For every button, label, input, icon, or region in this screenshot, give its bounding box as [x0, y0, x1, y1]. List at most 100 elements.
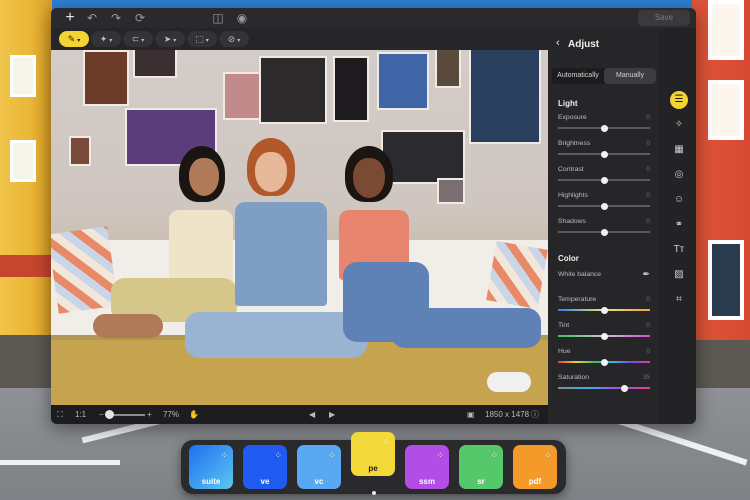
slider-label-hue: Hue: [558, 348, 571, 355]
slider-value-shadows: 0: [646, 218, 650, 225]
link-tool[interactable]: ⊘ ▾: [219, 31, 249, 47]
app-logo-icon: ⁘: [328, 450, 336, 460]
magic-wand-icon[interactable]: ✧: [670, 116, 688, 134]
crop-grid-icon[interactable]: ▦: [670, 141, 688, 159]
slider-knob-tint[interactable]: [601, 332, 608, 340]
slider-label-exposure: Exposure: [558, 114, 587, 121]
slider-track-saturation[interactable]: [558, 387, 650, 389]
adjust-icon[interactable]: ☰: [670, 91, 688, 109]
save-button[interactable]: Save: [638, 10, 690, 26]
dock-app-sr[interactable]: ⁘ sr: [459, 445, 503, 489]
zoom-slider-knob[interactable]: [105, 410, 114, 419]
wall-poster: [381, 130, 465, 184]
section-light: Light: [558, 99, 578, 108]
slider-knob-hue[interactable]: [601, 358, 608, 366]
app-logo-icon: ⁘: [274, 450, 282, 460]
dock-app-label: pdf: [528, 477, 542, 486]
tool-rail: ☰ ✧ ▦ ◎ ☺ ⚭ Tт ▨ ⌗: [658, 28, 696, 424]
wall-poster: [469, 50, 541, 144]
slider-knob-exposure[interactable]: [601, 124, 608, 132]
slider-label-highlights: Highlights: [558, 192, 588, 199]
wall-poster: [83, 50, 129, 106]
building-window: [708, 0, 744, 60]
actual-size-button[interactable]: 1:1: [75, 408, 86, 421]
dock-app-label: vc: [314, 477, 324, 486]
selection-tool[interactable]: ➤ ▾: [155, 31, 185, 47]
retouch-tool[interactable]: ✦ ▾: [91, 31, 121, 47]
building-window: [10, 140, 36, 182]
app-logo-icon: ⁘: [220, 450, 228, 460]
lasso-tool[interactable]: ⊂ ▾: [123, 31, 153, 47]
image-dimensions: 1850 x 1478: [485, 410, 530, 419]
fit-screen-icon[interactable]: ⛶: [57, 408, 63, 421]
new-icon[interactable]: +: [63, 10, 77, 26]
undo-icon[interactable]: ↶: [85, 11, 99, 25]
building-awning: [0, 255, 52, 277]
tab-automatically[interactable]: Automatically: [552, 68, 604, 84]
slider-label-saturation: Saturation: [558, 374, 589, 381]
slider-value-tint: 0: [646, 322, 650, 329]
slider-knob-contrast[interactable]: [601, 176, 608, 184]
slider-value-saturation: 35: [642, 374, 650, 381]
adjust-mode-switch: Automatically Manually: [552, 68, 656, 84]
zoom-out-button[interactable]: −: [99, 408, 104, 421]
back-chevron-icon[interactable]: ‹: [556, 37, 560, 49]
slider-knob-shadows[interactable]: [601, 228, 608, 236]
canvas-status-bar: ⛶ 1:1 − + 77% ✋ ◀ ▶ ▣ 1850 x 1478 ⓘ: [51, 405, 548, 424]
building-window: [708, 80, 744, 140]
sofa-cushion: [51, 226, 119, 314]
slider-value-temperature: 0: [646, 296, 650, 303]
wall-poster: [333, 56, 369, 122]
active-app-indicator: [372, 491, 376, 495]
building-door: [708, 240, 744, 320]
slider-knob-saturation[interactable]: [621, 384, 629, 392]
stone-wall: [692, 340, 750, 390]
zoom-slider-track[interactable]: [109, 414, 145, 416]
slider-label-brightness: Brightness: [558, 140, 591, 147]
slider-knob-temperature[interactable]: [601, 306, 608, 314]
marquee-tool[interactable]: ⬚ ▾: [187, 31, 217, 47]
reset-icon[interactable]: ⟳: [133, 11, 147, 25]
redo-icon[interactable]: ↷: [109, 11, 123, 25]
slider-knob-highlights[interactable]: [601, 202, 608, 210]
slider-knob-brightness[interactable]: [601, 150, 608, 158]
crop-icon[interactable]: ⌗: [670, 291, 688, 309]
slider-label-contrast: Contrast: [558, 166, 584, 173]
adjust-panel: ‹ Adjust Automatically Manually Light Ex…: [548, 28, 658, 424]
slider-label-temperature: Temperature: [558, 296, 597, 303]
image-icon[interactable]: ▨: [670, 266, 688, 284]
slider-label-tint: Tint: [558, 322, 570, 329]
dock-app-ssm[interactable]: ⁘ ssm: [405, 445, 449, 489]
wall-poster: [435, 50, 461, 88]
wall-poster: [437, 178, 465, 204]
face-icon[interactable]: ☺: [670, 191, 688, 209]
app-logo-icon: ⁘: [490, 450, 498, 460]
panel-title: Adjust: [568, 39, 600, 50]
image-info-icon[interactable]: ▣: [467, 408, 475, 421]
text-icon[interactable]: Tт: [670, 241, 688, 259]
previous-image-icon[interactable]: ◀: [309, 408, 315, 421]
retouch-icon[interactable]: ◎: [670, 166, 688, 184]
dock-app-pdf[interactable]: ⁘ pdf: [513, 445, 557, 489]
dock-app-vc[interactable]: ⁘ vc: [297, 445, 341, 489]
dock-app-suite[interactable]: ⁘ suite: [189, 445, 233, 489]
info-icon[interactable]: ⓘ: [531, 408, 539, 421]
app-logo-icon: ⁘: [382, 437, 390, 447]
compare-icon[interactable]: ◫: [211, 11, 225, 25]
slider-value-contrast: 0: [646, 166, 650, 173]
hand-tool-icon[interactable]: ✋: [189, 408, 199, 421]
brush-tool[interactable]: ✎ ▾: [59, 31, 89, 47]
next-image-icon[interactable]: ▶: [329, 408, 335, 421]
tab-manually[interactable]: Manually: [604, 68, 656, 84]
zoom-in-button[interactable]: +: [147, 408, 152, 421]
color-filter-icon[interactable]: ⚭: [670, 216, 688, 234]
eyedropper-icon[interactable]: ✒: [642, 269, 650, 280]
photo-editor-window: + ↶ ↷ ⟳ ◫ ◉ Save ✎▾ ✦▾ ⊂▾ ➤▾ ⬚▾ ⊘▾: [51, 8, 696, 424]
slider-label-shadows: Shadows: [558, 218, 586, 225]
wall-poster: [377, 52, 429, 110]
photo-canvas[interactable]: [51, 50, 548, 405]
app-logo-icon: ⁘: [436, 450, 444, 460]
dock-app-ve[interactable]: ⁘ ve: [243, 445, 287, 489]
dock-app-pe[interactable]: ⁘ pe: [351, 432, 395, 476]
preview-eye-icon[interactable]: ◉: [235, 11, 249, 25]
